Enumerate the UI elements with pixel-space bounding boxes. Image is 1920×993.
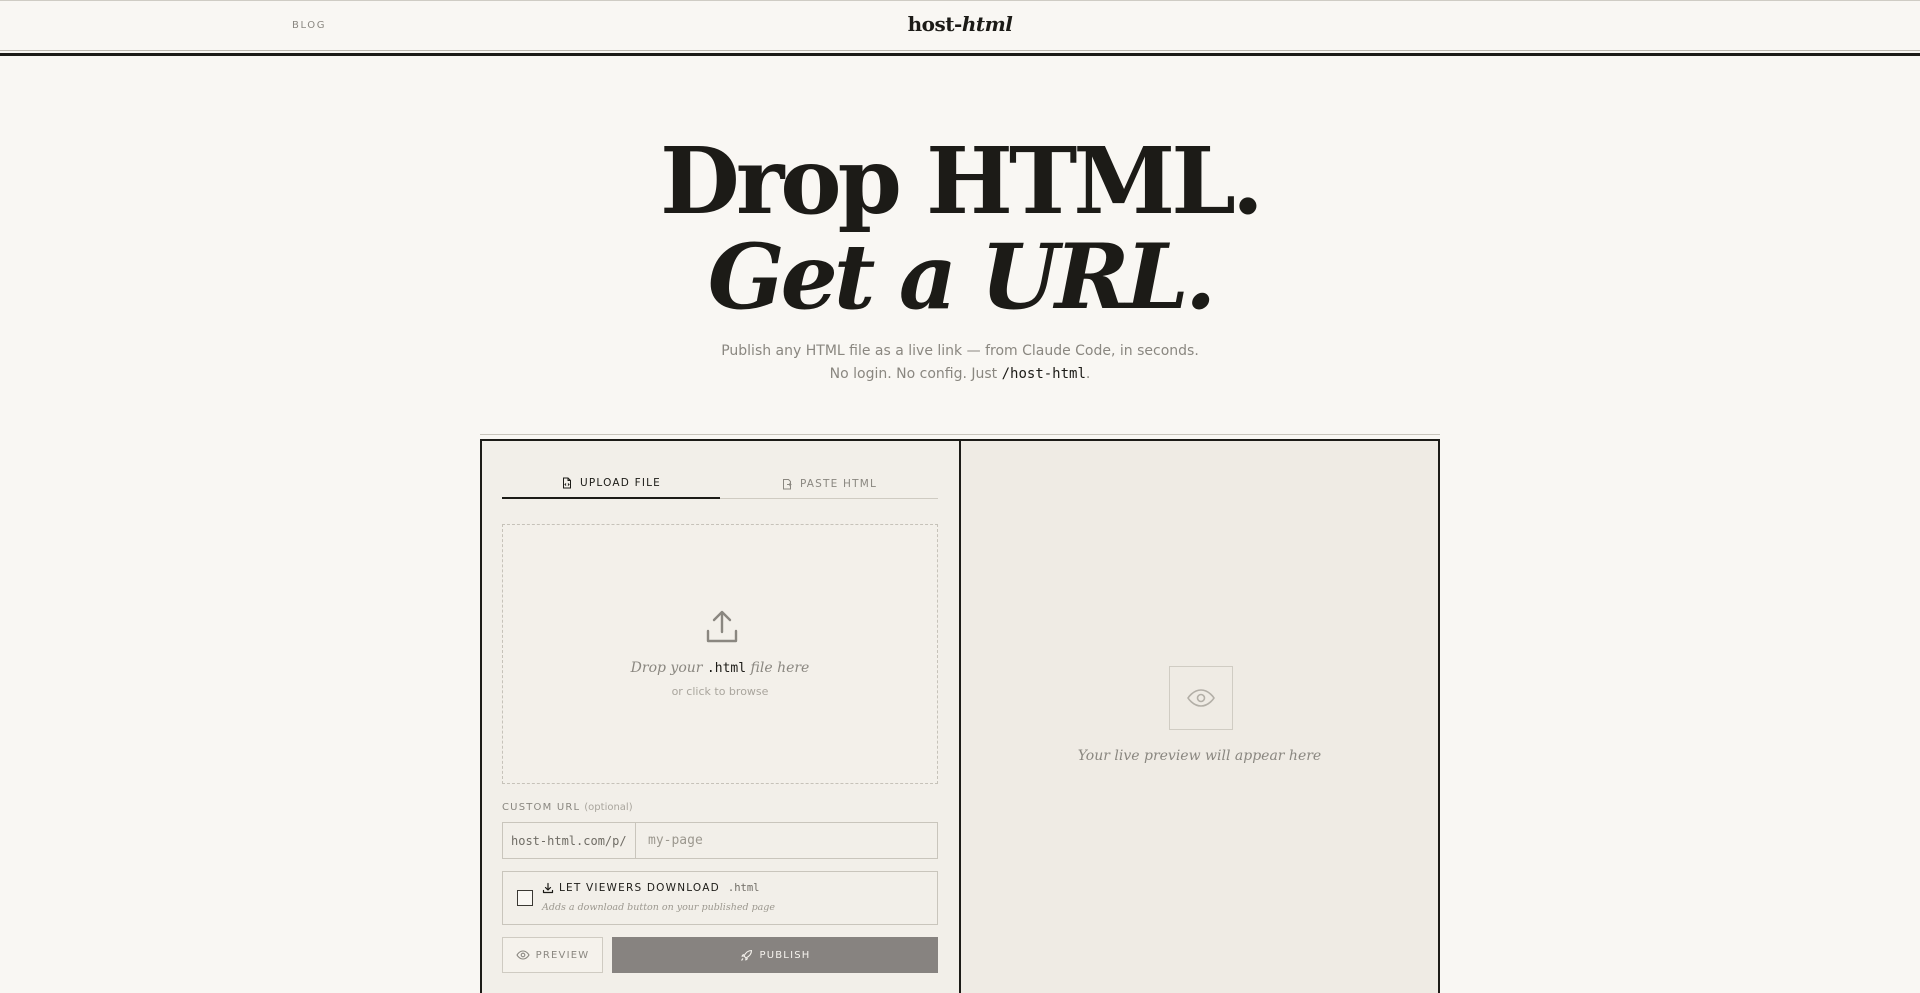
panel-top-rule bbox=[480, 434, 1440, 435]
tab-upload-file-label: UPLOAD FILE bbox=[580, 477, 661, 489]
eye-icon bbox=[1187, 689, 1215, 707]
download-ext: .html bbox=[727, 882, 760, 894]
tab-paste-html-label: PASTE HTML bbox=[799, 477, 878, 490]
custom-url-label: CUSTOM URL (optional) bbox=[502, 802, 633, 813]
download-icon bbox=[542, 882, 554, 894]
url-prefix: host-html.com/p/ bbox=[503, 823, 636, 858]
header-divider-thick bbox=[0, 53, 1920, 56]
download-option-label: LET VIEWERS DOWNLOAD bbox=[559, 882, 720, 894]
eye-icon bbox=[516, 950, 530, 960]
custom-url-field: host-html.com/p/ bbox=[502, 822, 938, 859]
upload-pane: UPLOAD FILE PASTE HTML Drop your .html f… bbox=[482, 441, 961, 993]
publish-button[interactable]: PUBLISH bbox=[612, 937, 938, 973]
upload-icon bbox=[706, 610, 738, 643]
top-bar: BLOG host-html bbox=[0, 0, 1920, 56]
clipboard-icon bbox=[782, 478, 792, 489]
download-option[interactable]: LET VIEWERS DOWNLOAD .html Adds a downloa… bbox=[502, 871, 938, 925]
logo-text: host- bbox=[907, 12, 963, 36]
logo-text-italic: html bbox=[961, 12, 1013, 36]
preview-placeholder-text: Your live preview will appear here bbox=[1077, 748, 1322, 764]
input-mode-tabs: UPLOAD FILE PASTE HTML bbox=[502, 469, 938, 499]
rocket-icon bbox=[740, 949, 752, 961]
file-dropzone[interactable]: Drop your .html file here or click to br… bbox=[502, 524, 938, 784]
live-preview-pane: Your live preview will appear here bbox=[961, 441, 1438, 993]
hero-subtitle: Publish any HTML file as a live link — f… bbox=[721, 343, 1199, 359]
hero-title-line2: Get a URL. bbox=[707, 224, 1217, 330]
hero-title-line1: Drop HTML. bbox=[660, 127, 1264, 235]
file-code-icon bbox=[563, 477, 571, 489]
preview-button[interactable]: PREVIEW bbox=[502, 937, 603, 973]
preview-button-label: PREVIEW bbox=[535, 949, 590, 961]
publish-panel: UPLOAD FILE PASTE HTML Drop your .html f… bbox=[480, 439, 1440, 993]
publish-button-label: PUBLISH bbox=[759, 949, 811, 961]
download-checkbox[interactable] bbox=[517, 890, 533, 906]
dropzone-text-pre: Drop your bbox=[630, 660, 707, 676]
download-option-description: Adds a download button on your published… bbox=[542, 902, 776, 913]
dropzone-text: Drop your .html file here bbox=[503, 660, 937, 676]
command-code: /host-html bbox=[1001, 366, 1086, 382]
hero-subtitle-2: No login. No config. Just /host-html. bbox=[0, 366, 1920, 382]
tab-paste-html[interactable]: PASTE HTML bbox=[720, 469, 938, 498]
tab-upload-file[interactable]: UPLOAD FILE bbox=[502, 469, 720, 499]
preview-placeholder-box bbox=[1169, 666, 1233, 730]
logo[interactable]: host-html bbox=[0, 12, 1920, 36]
dropzone-text-post: file here bbox=[746, 660, 810, 676]
dropzone-ext: .html bbox=[706, 661, 747, 676]
custom-url-input[interactable] bbox=[636, 823, 937, 858]
hero-subtitle-2-text: No login. No config. Just bbox=[829, 366, 1002, 382]
header-divider-thin bbox=[0, 50, 1920, 51]
custom-url-label-text: CUSTOM URL bbox=[502, 802, 581, 813]
dropzone-subtext: or click to browse bbox=[671, 685, 769, 698]
optional-tag: (optional) bbox=[584, 802, 633, 813]
download-option-title: LET VIEWERS DOWNLOAD .html bbox=[542, 882, 759, 894]
hero-subtitle-2-end: . bbox=[1085, 366, 1091, 382]
